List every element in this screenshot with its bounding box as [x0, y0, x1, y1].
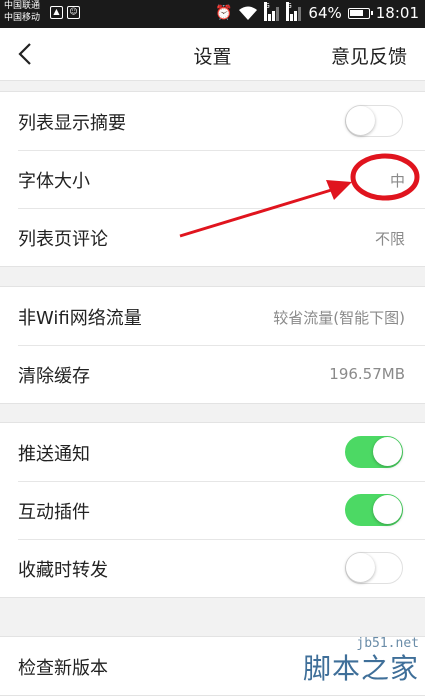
navigation-bar: 设置 意见反馈 [0, 28, 425, 81]
battery-icon [347, 7, 373, 19]
setting-list-summary[interactable]: 列表显示摘要 [0, 92, 425, 150]
setting-label: 推送通知 [18, 444, 90, 465]
setting-label: 列表显示摘要 [18, 113, 126, 134]
non-wifi-traffic-value: 较省流量(智能下图) [273, 309, 405, 327]
setting-interactive-plugin[interactable]: 互动插件 [0, 481, 425, 539]
font-size-value: 中 [389, 172, 405, 190]
feedback-button[interactable]: 意见反馈 [331, 42, 407, 69]
setting-label: 检查新版本 [18, 658, 108, 679]
app-notification-icon: ☺ [67, 6, 80, 19]
signal-icon-2: G [286, 2, 302, 21]
carrier-info: 中国联通 中国移动 [4, 0, 40, 24]
wifi-icon [239, 6, 258, 20]
list-comments-value: 不限 [374, 230, 405, 248]
setting-label: 互动插件 [18, 502, 90, 523]
interactive-plugin-toggle[interactable] [345, 494, 403, 526]
carrier-1: 中国联通 [4, 1, 41, 11]
list-summary-toggle[interactable] [345, 105, 403, 137]
carrier-2: 中国移动 [4, 13, 41, 23]
push-notifications-toggle[interactable] [345, 436, 403, 468]
image-notification-icon: ▲ [50, 6, 63, 19]
settings-group-display: 列表显示摘要 字体大小 中 列表页评论 不限 [0, 91, 425, 267]
alarm-icon: ⏰ [214, 5, 233, 21]
cache-size-value: 196.57MB [329, 365, 405, 383]
clock: 18:01 [375, 4, 419, 22]
setting-label: 收藏时转发 [18, 560, 108, 581]
settings-group-notifications: 推送通知 互动插件 收藏时转发 [0, 422, 425, 598]
status-right: ⏰ G G 64% 18:01 [214, 2, 419, 22]
setting-non-wifi-traffic[interactable]: 非Wifi网络流量 较省流量(智能下图) [0, 287, 425, 345]
settings-group-data: 非Wifi网络流量 较省流量(智能下图) 清除缓存 196.57MB [0, 286, 425, 404]
setting-clear-cache[interactable]: 清除缓存 196.57MB [0, 345, 425, 403]
setting-font-size[interactable]: 字体大小 中 [0, 150, 425, 208]
battery-percent: 64% [308, 4, 342, 22]
status-bar: 中国联通 中国移动 ▲ ☺ ⏰ G G 64% 18:01 [0, 0, 425, 28]
watermark-text: 脚本之家 [302, 652, 419, 685]
setting-forward-on-favorite[interactable]: 收藏时转发 [0, 539, 425, 597]
notification-icons: ▲ ☺ [50, 6, 80, 19]
setting-label: 非Wifi网络流量 [18, 308, 142, 329]
setting-push-notifications[interactable]: 推送通知 [0, 423, 425, 481]
watermark: jb51.net 脚本之家 [265, 627, 425, 691]
forward-on-favorite-toggle[interactable] [345, 552, 403, 584]
setting-label: 清除缓存 [18, 366, 90, 387]
signal-icon-1: G [264, 2, 280, 21]
setting-label: 字体大小 [18, 171, 90, 192]
setting-list-comments[interactable]: 列表页评论 不限 [0, 208, 425, 266]
setting-label: 列表页评论 [18, 229, 108, 250]
